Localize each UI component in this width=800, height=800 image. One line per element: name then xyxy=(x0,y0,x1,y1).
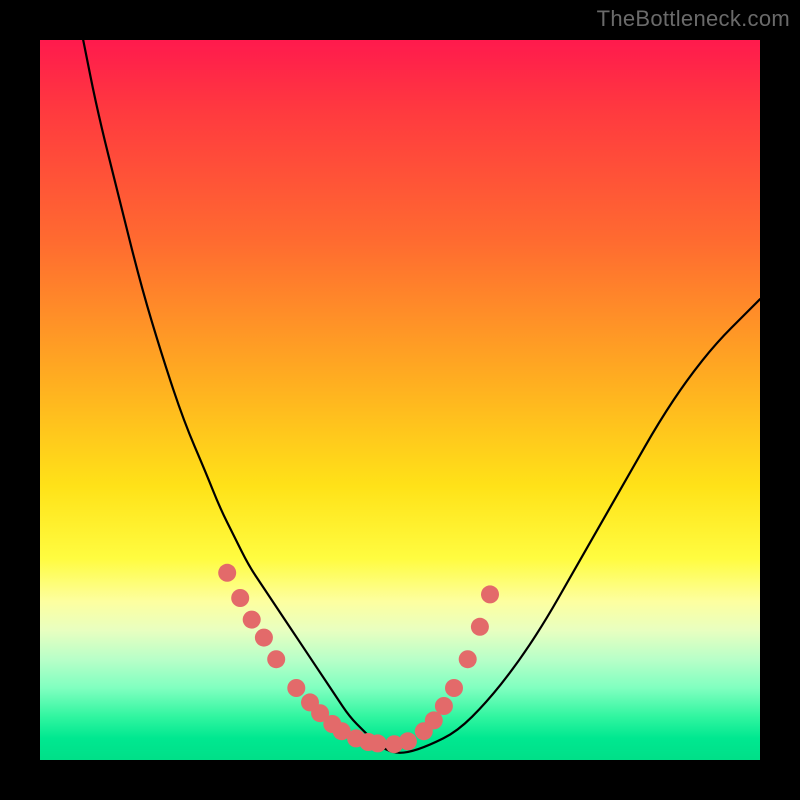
curve-marker xyxy=(243,611,261,629)
curve-marker xyxy=(218,564,236,582)
chart-plot-area xyxy=(40,40,760,760)
curve-marker xyxy=(435,697,453,715)
chart-frame: TheBottleneck.com xyxy=(0,0,800,800)
curve-marker xyxy=(481,585,499,603)
curve-marker xyxy=(369,734,387,752)
curve-marker xyxy=(267,650,285,668)
curve-marker xyxy=(459,650,477,668)
curve-marker xyxy=(231,589,249,607)
watermark-label: TheBottleneck.com xyxy=(597,6,790,32)
curve-marker xyxy=(399,732,417,750)
bottleneck-curve xyxy=(40,40,760,760)
curve-marker xyxy=(287,679,305,697)
curve-marker xyxy=(445,679,463,697)
curve-marker xyxy=(255,629,273,647)
curve-marker xyxy=(471,618,489,636)
